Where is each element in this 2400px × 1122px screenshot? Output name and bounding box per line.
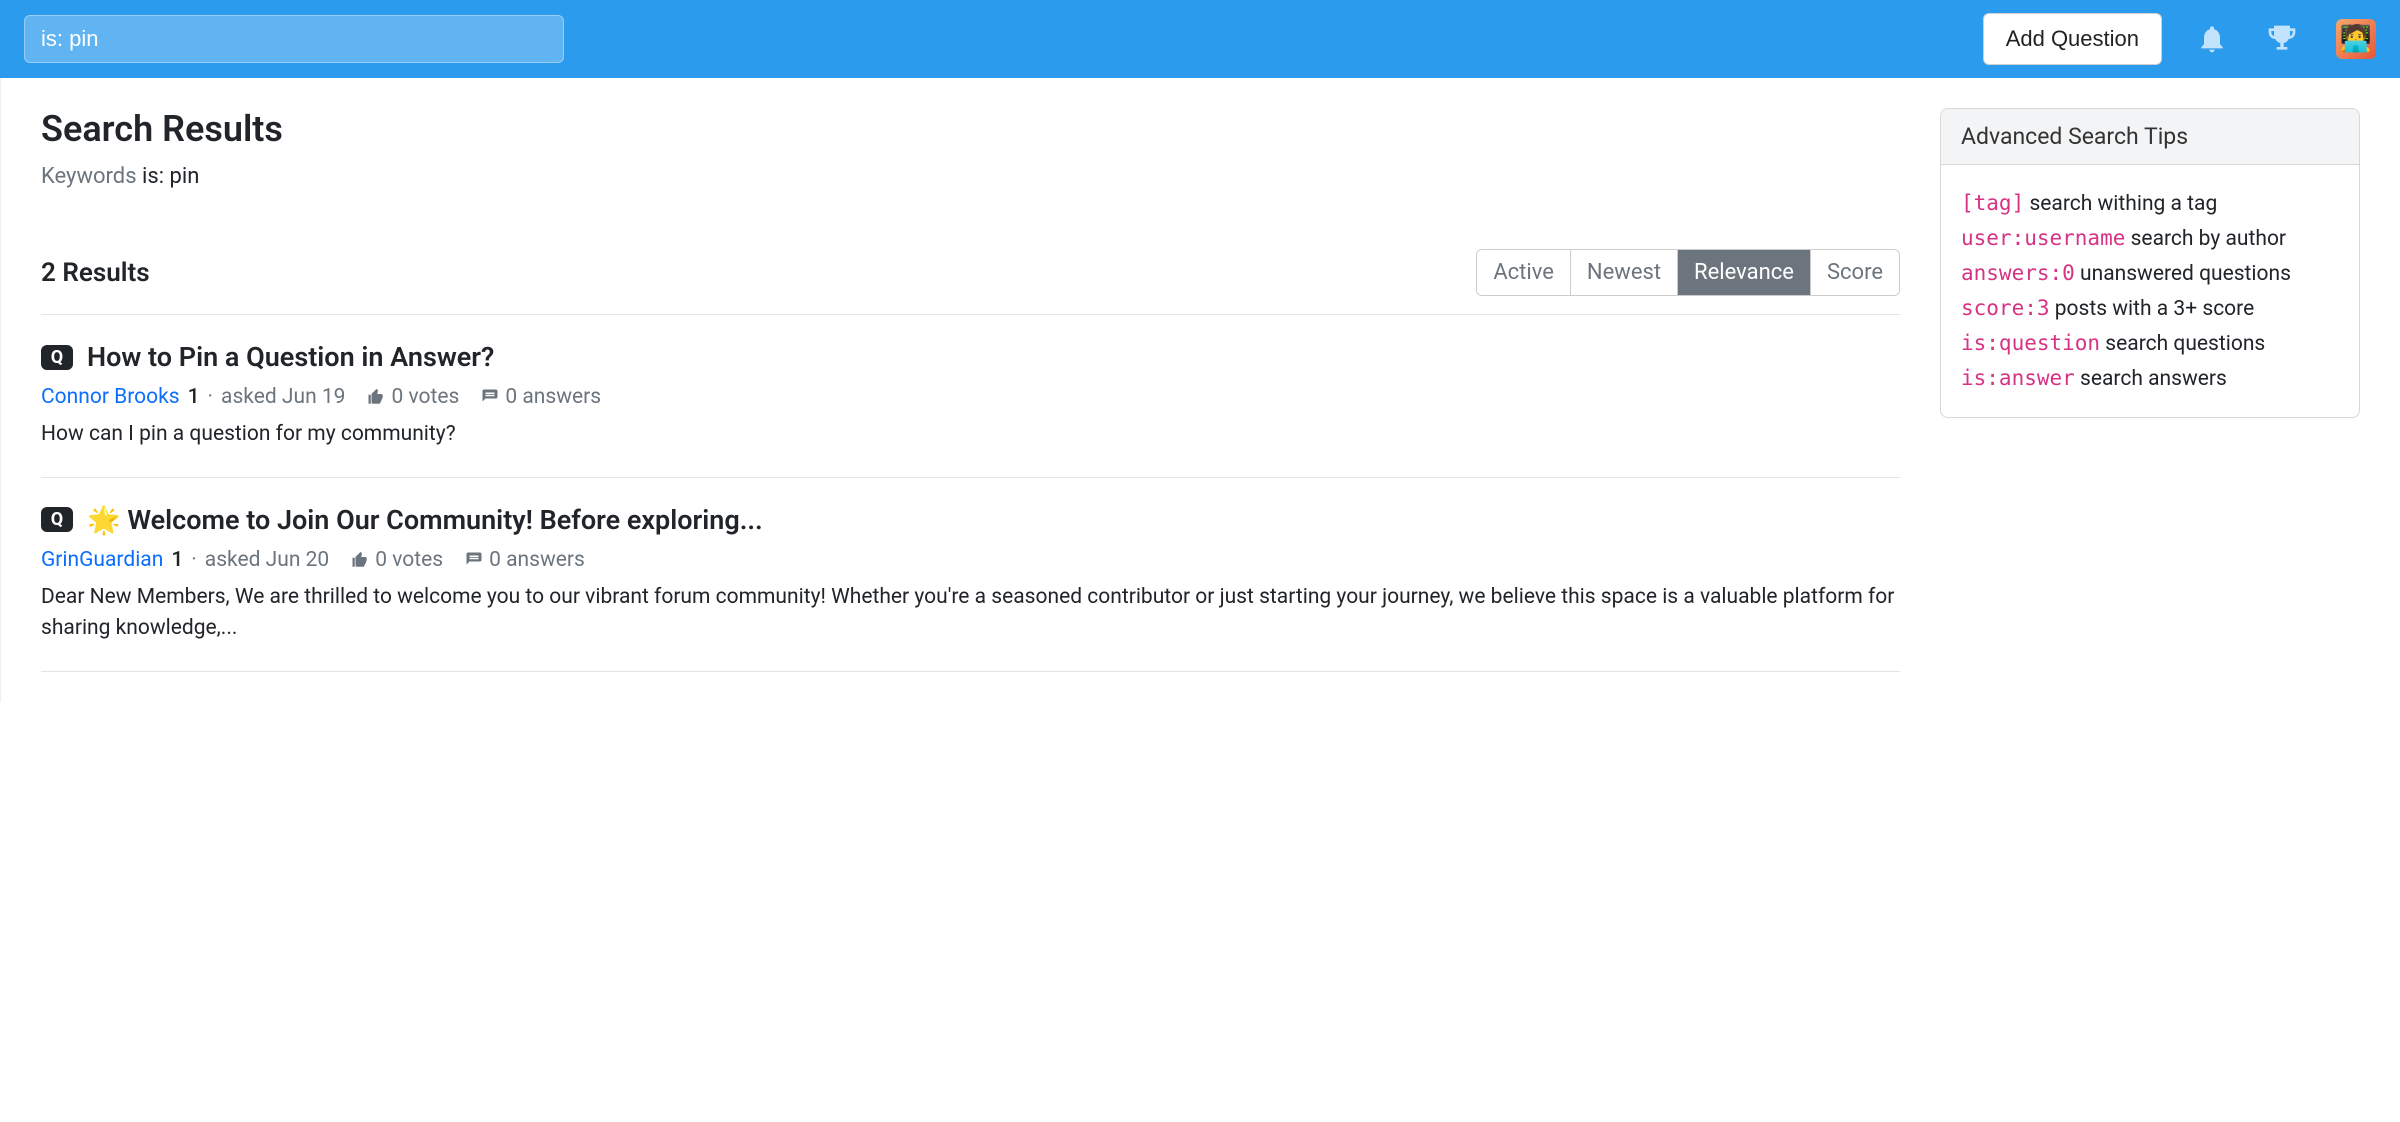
- answers-chunk: 0 answers: [481, 385, 601, 409]
- thumbs-up-icon: [351, 551, 369, 569]
- answers-chunk: 0 answers: [465, 548, 585, 572]
- author-reputation: 1: [171, 548, 183, 572]
- page-body: Search Results Keywords is: pin 2 Result…: [0, 78, 2400, 702]
- result-title-row: Q 🌟 Welcome to Join Our Community! Befor…: [41, 504, 1900, 536]
- meta-dot: ·: [191, 548, 197, 572]
- tip-line: user:username search by author: [1961, 226, 2339, 251]
- author-link[interactable]: GrinGuardian: [41, 548, 163, 572]
- tip-line: is:question search questions: [1961, 331, 2339, 356]
- answers-text: 0 answers: [505, 385, 601, 409]
- thumbs-up-icon: [367, 388, 385, 406]
- search-tips-card: Advanced Search Tips [tag] search within…: [1940, 108, 2360, 418]
- keywords-value: is: pin: [142, 164, 199, 189]
- avatar[interactable]: 🧑‍💻: [2336, 19, 2376, 59]
- tip-code: is:answer: [1961, 366, 2075, 390]
- result-title-row: Q How to Pin a Question in Answer?: [41, 341, 1900, 373]
- tip-text: search withing a tag: [2029, 192, 2217, 216]
- comment-icon: [465, 551, 483, 569]
- sort-tab-newest[interactable]: Newest: [1570, 250, 1677, 295]
- tip-code: is:question: [1961, 331, 2100, 355]
- results-count: 2 Results: [41, 258, 150, 288]
- votes-chunk: 0 votes: [351, 548, 443, 572]
- trophy-icon[interactable]: [2262, 19, 2302, 59]
- result-meta: Connor Brooks 1 · asked Jun 19 0 votes 0…: [41, 385, 1900, 409]
- result-item: Q How to Pin a Question in Answer? Conno…: [41, 315, 1900, 478]
- tip-text: search questions: [2105, 332, 2265, 356]
- tip-code: answers:0: [1961, 261, 2075, 285]
- tip-line: [tag] search withing a tag: [1961, 191, 2339, 216]
- search-tips-body: [tag] search withing a tag user:username…: [1941, 165, 2359, 417]
- votes-chunk: 0 votes: [367, 385, 459, 409]
- result-excerpt: How can I pin a question for my communit…: [41, 419, 1900, 451]
- question-badge: Q: [41, 507, 73, 532]
- author-link[interactable]: Connor Brooks: [41, 385, 180, 409]
- search-tips-header: Advanced Search Tips: [1941, 109, 2359, 165]
- result-meta: GrinGuardian 1 · asked Jun 20 0 votes 0 …: [41, 548, 1900, 572]
- question-badge: Q: [41, 345, 73, 370]
- tip-line: is:answer search answers: [1961, 366, 2339, 391]
- notifications-icon[interactable]: [2192, 19, 2232, 59]
- tip-text: search by author: [2131, 227, 2286, 251]
- page-title: Search Results: [41, 108, 1900, 150]
- result-title-link[interactable]: How to Pin a Question in Answer?: [87, 341, 494, 373]
- sort-tab-score[interactable]: Score: [1810, 250, 1899, 295]
- add-question-button[interactable]: Add Question: [1983, 13, 2162, 65]
- meta-dot: ·: [208, 385, 214, 409]
- votes-text: 0 votes: [375, 548, 443, 572]
- tip-line: answers:0 unanswered questions: [1961, 261, 2339, 286]
- sort-tab-active[interactable]: Active: [1477, 250, 1570, 295]
- author-reputation: 1: [188, 385, 200, 409]
- result-excerpt: Dear New Members, We are thrilled to wel…: [41, 582, 1900, 645]
- results-header: 2 Results Active Newest Relevance Score: [41, 249, 1900, 315]
- answers-text: 0 answers: [489, 548, 585, 572]
- result-title-link[interactable]: 🌟 Welcome to Join Our Community! Before …: [87, 504, 763, 536]
- search-input[interactable]: [24, 15, 564, 63]
- tip-code: [tag]: [1961, 191, 2024, 215]
- tip-code: user:username: [1961, 226, 2125, 250]
- tip-text: unanswered questions: [2080, 262, 2291, 286]
- comment-icon: [481, 388, 499, 406]
- asked-time: asked Jun 19: [221, 385, 345, 409]
- topbar: Add Question 🧑‍💻: [0, 0, 2400, 78]
- keywords-label: Keywords: [41, 164, 137, 189]
- main-column: Search Results Keywords is: pin 2 Result…: [41, 108, 1900, 672]
- tip-text: search answers: [2080, 367, 2227, 391]
- sort-tab-relevance[interactable]: Relevance: [1677, 250, 1810, 295]
- sidebar: Advanced Search Tips [tag] search within…: [1940, 108, 2360, 672]
- tip-text: posts with a 3+ score: [2055, 297, 2254, 321]
- votes-text: 0 votes: [391, 385, 459, 409]
- tip-line: score:3 posts with a 3+ score: [1961, 296, 2339, 321]
- sort-tabs: Active Newest Relevance Score: [1476, 249, 1900, 296]
- result-item: Q 🌟 Welcome to Join Our Community! Befor…: [41, 478, 1900, 672]
- tip-code: score:3: [1961, 296, 2050, 320]
- keywords-row: Keywords is: pin: [41, 164, 1900, 189]
- asked-time: asked Jun 20: [205, 548, 329, 572]
